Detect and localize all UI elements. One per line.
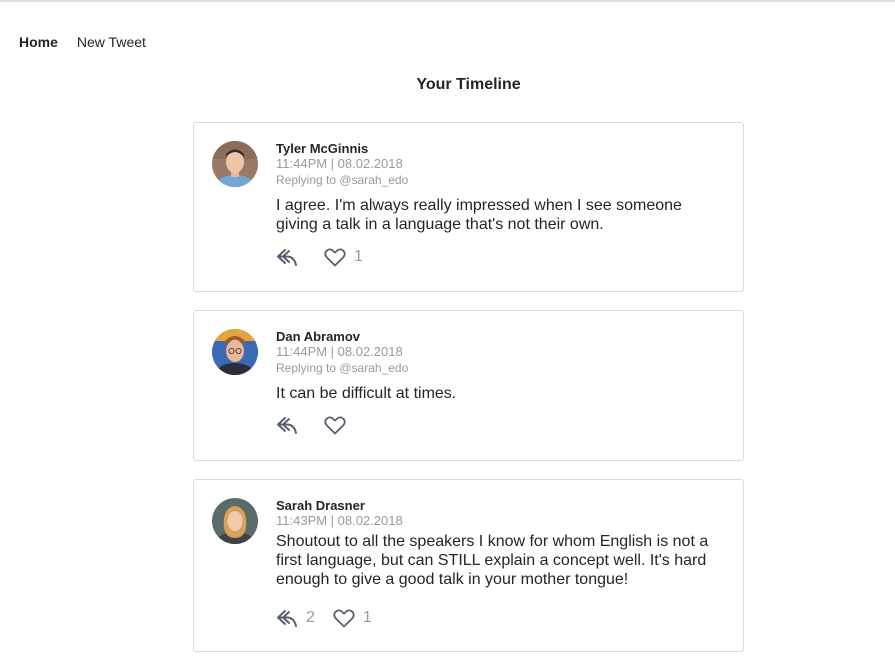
avatar <box>212 329 258 375</box>
tweet-actions: 2 1 <box>276 608 390 628</box>
tweet-timestamp: 11:44PM | 08.02.2018 <box>276 156 403 171</box>
tweet-author: Sarah Drasner <box>276 498 365 513</box>
nav-home-link[interactable]: Home <box>19 34 58 50</box>
reply-icon <box>276 415 298 435</box>
like-button[interactable] <box>324 415 372 435</box>
heart-icon <box>333 608 355 628</box>
nav-new-tweet-link[interactable]: New Tweet <box>77 34 146 50</box>
reply-button[interactable]: 2 <box>276 608 333 628</box>
like-button[interactable]: 1 <box>333 608 390 628</box>
top-divider <box>0 0 895 2</box>
tweet-card[interactable]: Dan Abramov 11:44PM | 08.02.2018 Replyin… <box>193 310 744 461</box>
tweet-card[interactable]: Sarah Drasner 11:43PM | 08.02.2018 Shout… <box>193 479 744 652</box>
tweet-body: Sarah Drasner 11:43PM | 08.02.2018 Shout… <box>276 499 723 589</box>
like-count: 1 <box>362 609 372 626</box>
reply-icon <box>276 247 298 267</box>
tweet-body: Tyler McGinnis 11:44PM | 08.02.2018 Repl… <box>276 142 723 234</box>
tweet-timestamp: 11:43PM | 08.02.2018 <box>276 513 403 528</box>
tweet-replying-to[interactable]: Replying to @sarah_edo <box>276 171 723 189</box>
reply-button[interactable] <box>276 415 324 435</box>
tweet-actions: 1 <box>276 247 381 267</box>
avatar <box>212 498 258 544</box>
tweet-text: I agree. I'm always really impressed whe… <box>276 197 682 233</box>
tweet-replying-to[interactable]: Replying to @sarah_edo <box>276 359 723 377</box>
tweet-text: Shoutout to all the speakers I know for … <box>276 533 709 588</box>
page-title: Your Timeline <box>416 76 521 93</box>
tweet-timestamp: 11:44PM | 08.02.2018 <box>276 344 403 359</box>
reply-button[interactable] <box>276 247 324 267</box>
tweet-author: Dan Abramov <box>276 329 361 344</box>
tweet-card[interactable]: Tyler McGinnis 11:44PM | 08.02.2018 Repl… <box>193 122 744 292</box>
like-button[interactable]: 1 <box>324 247 381 267</box>
heart-icon <box>324 247 346 267</box>
heart-icon <box>324 415 346 435</box>
like-count: 1 <box>354 248 363 265</box>
tweet-body: Dan Abramov 11:44PM | 08.02.2018 Replyin… <box>276 330 723 403</box>
tweet-text: It can be difficult at times. <box>276 385 457 402</box>
main-nav: Home New Tweet <box>19 34 146 50</box>
reply-count: 2 <box>306 609 315 626</box>
avatar <box>212 141 258 187</box>
reply-icon <box>276 608 298 628</box>
tweet-actions <box>276 415 372 435</box>
tweet-author: Tyler McGinnis <box>276 141 369 156</box>
